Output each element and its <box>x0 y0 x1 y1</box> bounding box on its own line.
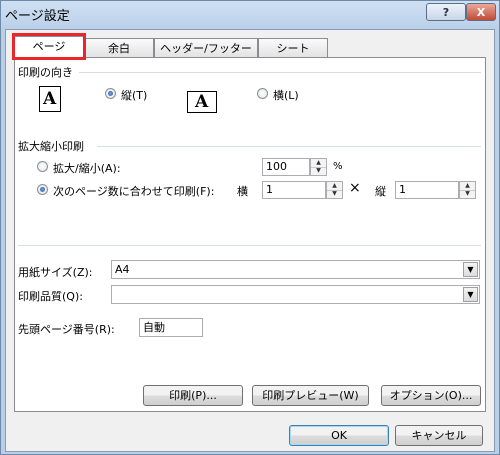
tab-sheet[interactable]: シート <box>258 38 328 57</box>
tab-page-highlight-box <box>12 33 86 60</box>
orientation-section-label: 印刷の向き <box>18 66 73 79</box>
fit-to-radio[interactable] <box>37 184 48 195</box>
help-button[interactable]: ? <box>426 3 466 21</box>
title-bar: ページ設定 ? X <box>1 1 499 29</box>
spin-down-icon: ▼ <box>465 190 470 197</box>
fit-to-label[interactable]: 次のページ数に合わせて印刷(F): <box>53 183 214 199</box>
paper-size-select[interactable]: A4 ▼ <box>111 260 480 279</box>
landscape-radio[interactable] <box>257 88 268 99</box>
orientation-separator <box>79 72 481 73</box>
pages-tall-label: 縦 <box>375 185 386 198</box>
first-page-number-label: 先頭ページ番号(R): <box>18 323 115 336</box>
page-setup-dialog: ページ設定 ? X ページ 余白 ヘッダー/フッター シート 印刷の向き A 縦… <box>0 0 500 455</box>
ok-button[interactable]: OK <box>289 425 389 446</box>
pages-wide-spinner[interactable]: ▲ ▼ <box>326 181 343 199</box>
paper-size-label: 用紙サイズ(Z): <box>18 266 93 279</box>
pages-tall-input[interactable]: 1 <box>395 181 459 199</box>
scaling-separator <box>97 146 481 147</box>
portrait-label[interactable]: 縦(T) <box>121 87 147 103</box>
adjust-to-label[interactable]: 拡大/縮小(A): <box>53 160 121 176</box>
tab-header-footer[interactable]: ヘッダー/フッター <box>154 38 258 57</box>
landscape-label[interactable]: 横(L) <box>273 87 299 103</box>
paper-separator <box>18 245 481 246</box>
pages-tall-spinner[interactable]: ▲ ▼ <box>459 181 476 199</box>
pages-wide-input[interactable]: 1 <box>262 181 326 199</box>
print-preview-button[interactable]: 印刷プレビュー(W) <box>252 385 369 406</box>
print-quality-label: 印刷品質(Q): <box>18 290 83 303</box>
spin-down-icon: ▼ <box>316 167 321 174</box>
tab-margins[interactable]: 余白 <box>84 38 154 57</box>
close-button[interactable]: X <box>466 3 496 21</box>
adjust-percent-spinner[interactable]: ▲ ▼ <box>310 158 327 176</box>
times-symbol: × <box>349 180 361 196</box>
adjust-to-radio[interactable] <box>37 161 48 172</box>
spin-down-icon: ▼ <box>332 190 337 197</box>
page-tab-panel: 印刷の向き A 縦(T) A 横(L) 拡大縮小印刷 拡大/縮小(A): 100… <box>14 57 486 412</box>
first-page-number-input[interactable]: 自動 <box>139 318 203 337</box>
chevron-down-icon[interactable]: ▼ <box>463 287 478 302</box>
dialog-client: ページ 余白 ヘッダー/フッター シート 印刷の向き A 縦(T) A 横(L)… <box>5 29 495 452</box>
chevron-down-icon[interactable]: ▼ <box>463 262 478 277</box>
percent-symbol: % <box>333 161 343 172</box>
adjust-percent-input[interactable]: 100 <box>262 158 310 176</box>
print-button[interactable]: 印刷(P)... <box>143 385 243 406</box>
pages-wide-label: 横 <box>237 185 248 198</box>
portrait-page-icon: A <box>39 86 63 114</box>
options-button[interactable]: オプション(O)... <box>381 385 481 406</box>
paper-size-value: A4 <box>115 263 130 276</box>
print-quality-select[interactable]: ▼ <box>111 285 480 304</box>
portrait-radio[interactable] <box>105 88 116 99</box>
scaling-section-label: 拡大縮小印刷 <box>18 140 84 153</box>
landscape-page-icon: A <box>187 91 219 115</box>
window-title: ページ設定 <box>5 9 70 24</box>
cancel-button[interactable]: キャンセル <box>395 425 483 446</box>
